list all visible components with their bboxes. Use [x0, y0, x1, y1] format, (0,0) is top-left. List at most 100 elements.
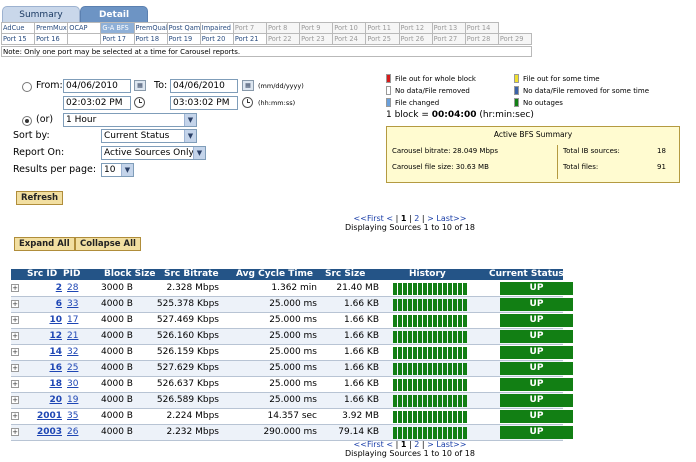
port-option[interactable]: Port 27 — [431, 33, 466, 45]
port-option[interactable]: Port 16 — [34, 33, 69, 45]
history-block — [448, 331, 452, 343]
history-block — [413, 347, 417, 359]
port-option[interactable]: Port 18 — [133, 33, 168, 45]
src-size-cell: 79.14 KB — [338, 427, 379, 437]
port-option[interactable]: Port 13 — [431, 22, 466, 34]
first-page-link[interactable]: <<First — [354, 214, 384, 223]
port-option[interactable]: OCAP — [67, 22, 102, 34]
port-option[interactable]: Port 7 — [232, 22, 268, 34]
report-on-select[interactable]: Active Sources Only ▼ — [101, 146, 206, 160]
col-current-status[interactable]: Current Status — [489, 269, 564, 280]
to-date-input[interactable]: 04/06/2010 — [170, 79, 238, 93]
port-option[interactable]: Port 25 — [365, 33, 400, 45]
col-src-bitrate[interactable]: Src Bitrate — [164, 269, 219, 280]
first-page-link[interactable]: <<First — [354, 440, 384, 449]
history-block — [418, 315, 422, 327]
history-block — [418, 395, 422, 407]
legend-swatch — [386, 86, 391, 95]
summary-divider — [557, 145, 558, 179]
block-value: 00:04:00 — [431, 110, 477, 120]
expand-all-button[interactable]: Expand All — [14, 237, 75, 251]
port-option[interactable]: Port 19 — [166, 33, 201, 45]
port-option[interactable]: Port 29 — [497, 33, 533, 45]
from-clock-icon[interactable] — [134, 97, 145, 108]
from-calendar-icon[interactable]: ▦ — [134, 80, 146, 91]
col-block-size[interactable]: Block Size — [104, 269, 156, 280]
port-option[interactable]: Port 15 — [0, 33, 36, 45]
from-radio[interactable] — [22, 82, 32, 92]
history-block — [418, 427, 422, 439]
history-block — [438, 347, 442, 359]
port-option[interactable]: Port 9 — [299, 22, 334, 34]
port-option[interactable]: Post Qam — [166, 22, 201, 34]
port-option[interactable]: G-A BFS — [100, 22, 135, 34]
port-option[interactable]: Port 20 — [199, 33, 234, 45]
port-option[interactable]: Port 12 — [398, 22, 433, 34]
col-avg-cycle-time[interactable]: Avg Cycle Time — [236, 269, 313, 280]
history-block — [448, 411, 452, 423]
port-option[interactable]: Port 17 — [100, 33, 135, 45]
history-bar — [393, 315, 467, 327]
port-option[interactable]: Port 24 — [332, 33, 367, 45]
port-option[interactable]: Port 10 — [332, 22, 367, 34]
history-block — [398, 395, 402, 407]
table-row: +18 30 4000 B 526.637 Kbps 25.000 ms 1.66 KB U… — [11, 377, 573, 393]
status-badge: UP — [500, 282, 573, 295]
sort-value: Current Status — [104, 131, 170, 141]
tab-summary[interactable]: Summary — [2, 6, 80, 22]
port-option[interactable]: Port 11 — [365, 22, 400, 34]
port-option[interactable]: Port 22 — [265, 33, 301, 45]
col-src-size[interactable]: Src Size — [325, 269, 365, 280]
history-block — [453, 347, 457, 359]
history-block — [418, 363, 422, 375]
last-page-link[interactable]: Last>> — [436, 214, 466, 223]
from-date-input[interactable]: 04/06/2010 — [63, 79, 131, 93]
page-2-link[interactable]: 2 — [414, 214, 419, 223]
range-radio[interactable] — [22, 116, 32, 126]
history-block — [393, 331, 397, 343]
block-prefix: 1 block = — [386, 110, 432, 120]
next-page-link[interactable]: > — [427, 214, 434, 223]
port-option[interactable]: Port 23 — [299, 33, 334, 45]
to-time-input[interactable]: 03:03:02 PM — [170, 96, 238, 110]
results-per-page-select[interactable]: 10 ▼ — [101, 163, 134, 177]
history-block — [433, 315, 437, 327]
port-option[interactable]: AdCue — [0, 22, 36, 34]
summary-sources-value: 18 — [657, 147, 666, 155]
port-option[interactable]: Impaired — [199, 22, 234, 34]
from-time-input[interactable]: 02:03:02 PM — [63, 96, 131, 110]
port-option[interactable]: Port 26 — [398, 33, 433, 45]
col-pid[interactable]: PID — [63, 269, 80, 280]
report-on-value: Active Sources Only — [104, 148, 194, 158]
table-row: +16 25 4000 B 527.629 Kbps 25.000 ms 1.66 KB U… — [11, 361, 573, 377]
block-suffix: (hr:min:sec) — [476, 110, 534, 120]
collapse-all-button[interactable]: Collapse All — [75, 237, 141, 251]
port-option[interactable]: Port 28 — [464, 33, 499, 45]
current-page: 1 — [400, 214, 407, 223]
sort-select[interactable]: Current Status ▼ — [101, 129, 197, 143]
history-block — [458, 347, 462, 359]
table-row: +2003 26 4000 B 2.232 Mbps 290.000 ms 79.14 K… — [11, 425, 573, 441]
port-option[interactable]: Port 21 — [232, 33, 268, 45]
port-option[interactable]: PremQual — [133, 22, 168, 34]
history-block — [418, 411, 422, 423]
col-src-id[interactable]: Src ID — [27, 269, 57, 280]
prev-page-link[interactable]: < — [386, 440, 393, 449]
history-bar — [393, 299, 467, 311]
history-block — [423, 283, 427, 295]
tab-detail[interactable]: Detail — [80, 6, 148, 22]
range-select[interactable]: 1 Hour ▼ — [63, 113, 197, 127]
port-option[interactable]: PremMux1 — [34, 22, 69, 34]
to-calendar-icon[interactable]: ▦ — [242, 80, 254, 91]
page-2-link[interactable]: 2 — [414, 440, 419, 449]
src-size-cell: 1.66 KB — [344, 363, 379, 373]
prev-page-link[interactable]: < — [386, 214, 393, 223]
to-clock-icon[interactable] — [242, 97, 253, 108]
refresh-button[interactable]: Refresh — [16, 191, 64, 205]
next-page-link[interactable]: > — [427, 440, 434, 449]
last-page-link[interactable]: Last>> — [436, 440, 466, 449]
port-option[interactable]: Port 14 — [464, 22, 499, 34]
table-row: +12 21 4000 B 526.160 Kbps 25.000 ms 1.66 KB U… — [11, 329, 573, 345]
port-option[interactable]: Port 8 — [265, 22, 301, 34]
history-block — [418, 283, 422, 295]
